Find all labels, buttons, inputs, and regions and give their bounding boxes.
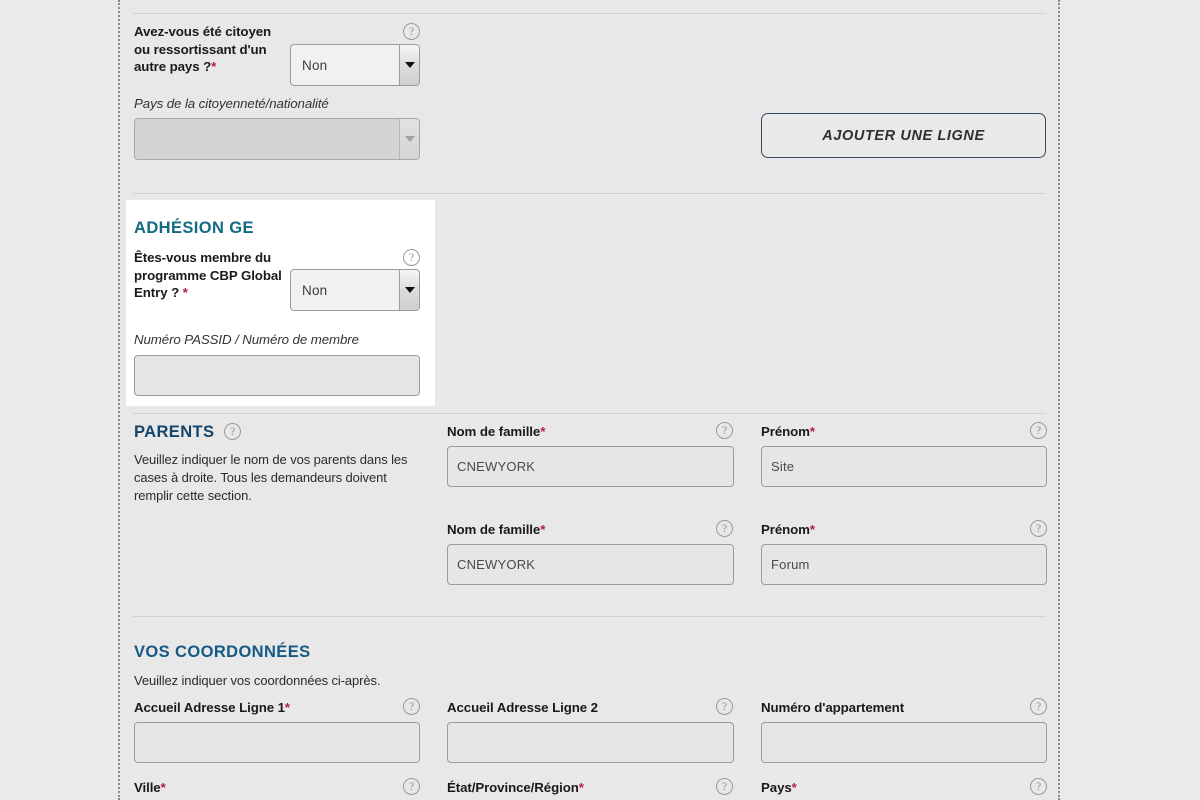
help-icon-parent1-firstname[interactable]: ? [1030,422,1047,439]
section-divider-contact [133,616,1046,617]
label-text: Prénom [761,522,810,537]
caret-glyph [405,136,415,142]
ge-section-title: ADHÉSION GE [134,219,254,238]
ge-answer-value: Non [291,270,399,310]
address1-label: Accueil Adresse Ligne 1* [134,699,290,717]
required-marker: * [183,285,188,300]
address1-input[interactable] [134,722,420,763]
help-icon-city[interactable]: ? [403,778,420,795]
section-divider-parents [133,413,1046,414]
help-icon-parents[interactable]: ? [224,423,241,440]
citizenship-answer-value: Non [291,45,399,85]
parent2-firstname-input[interactable] [761,544,1047,585]
help-icon-address2[interactable]: ? [716,698,733,715]
caret-glyph [405,62,415,68]
help-icon-citizenship[interactable]: ? [403,23,420,40]
contact-section-description: Veuillez indiquer vos coordonnées ci-apr… [134,672,634,690]
ge-question-text: Êtes-vous membre du programme CBP Global… [134,250,282,300]
required-marker: * [211,59,216,74]
parent2-lastname-input[interactable] [447,544,734,585]
citizenship-question-text: Avez-vous été citoyen ou ressortissant d… [134,24,271,74]
ge-passid-input[interactable] [134,355,420,396]
citizenship-question-label: Avez-vous été citoyen ou ressortissant d… [134,23,284,76]
ge-question-label: Êtes-vous membre du programme CBP Global… [134,249,282,302]
chevron-down-icon-ge[interactable] [399,270,419,310]
parent1-firstname-input[interactable] [761,446,1047,487]
required-marker: * [540,424,545,439]
help-icon-country[interactable]: ? [1030,778,1047,795]
address2-label: Accueil Adresse Ligne 2 [447,699,598,717]
label-text: Pays [761,780,792,795]
label-text: Nom de famille [447,424,540,439]
address2-input[interactable] [447,722,734,763]
parent2-firstname-label: Prénom* [761,521,815,539]
state-label: État/Province/Région* [447,779,584,797]
required-marker: * [285,700,290,715]
label-text: Ville [134,780,161,795]
chevron-down-icon-citizenship[interactable] [399,45,419,85]
parent1-lastname-input[interactable] [447,446,734,487]
add-row-button[interactable]: AJOUTER UNE LIGNE [761,113,1046,158]
required-marker: * [792,780,797,795]
label-text: Accueil Adresse Ligne 1 [134,700,285,715]
citizenship-country-label: Pays de la citoyenneté/nationalité [134,96,329,111]
parent1-lastname-label: Nom de famille* [447,423,545,441]
ge-passid-label: Numéro PASSID / Numéro de membre [134,332,359,347]
label-text: Nom de famille [447,522,540,537]
required-marker: * [810,424,815,439]
required-marker: * [579,780,584,795]
application-form-page: Avez-vous été citoyen ou ressortissant d… [0,0,1200,800]
caret-glyph [405,287,415,293]
city-label: Ville* [134,779,166,797]
help-icon-apartment[interactable]: ? [1030,698,1047,715]
section-divider-top [133,13,1046,14]
help-icon-parent2-lastname[interactable]: ? [716,520,733,537]
apartment-label: Numéro d'appartement [761,699,904,717]
help-icon-ge[interactable]: ? [403,249,420,266]
country-label: Pays* [761,779,797,797]
contact-section-title: VOS COORDONNÉES [134,643,311,662]
parents-section-title: PARENTS [134,423,214,442]
apartment-input[interactable] [761,722,1047,763]
parents-section-description: Veuillez indiquer le nom de vos parents … [134,451,424,505]
help-icon-address1[interactable]: ? [403,698,420,715]
citizenship-country-select[interactable] [134,118,420,160]
chevron-down-icon-country[interactable] [399,119,419,159]
parent2-lastname-label: Nom de famille* [447,521,545,539]
citizenship-country-value [135,119,399,159]
required-marker: * [161,780,166,795]
ge-answer-select[interactable]: Non [290,269,420,311]
help-icon-parent1-lastname[interactable]: ? [716,422,733,439]
required-marker: * [540,522,545,537]
label-text: Prénom [761,424,810,439]
help-icon-state[interactable]: ? [716,778,733,795]
section-divider-citizenship [133,193,1046,194]
parent1-firstname-label: Prénom* [761,423,815,441]
citizenship-answer-select[interactable]: Non [290,44,420,86]
required-marker: * [810,522,815,537]
label-text: État/Province/Région [447,780,579,795]
help-icon-parent2-firstname[interactable]: ? [1030,520,1047,537]
